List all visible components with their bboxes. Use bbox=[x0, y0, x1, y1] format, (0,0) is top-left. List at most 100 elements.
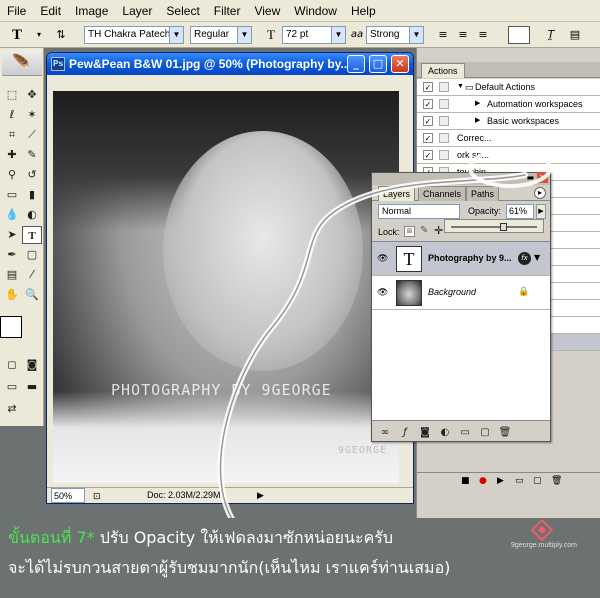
lock-image-icon[interactable]: ✎ bbox=[420, 225, 428, 236]
panel-close-icon[interactable]: ✕ bbox=[537, 172, 548, 183]
move-tool-icon[interactable]: ✥ bbox=[22, 86, 42, 104]
action-toggle-checkbox[interactable]: ✓ bbox=[423, 133, 433, 143]
layer-row-text[interactable]: 👁 T Photography by 9... fx ▼ bbox=[372, 242, 550, 276]
link-icon[interactable]: ∞ bbox=[378, 427, 392, 439]
menu-help[interactable]: Help bbox=[344, 0, 383, 22]
type-tool-icon[interactable]: T bbox=[8, 26, 26, 44]
font-family-select[interactable]: TH Chakra Patech ▼ bbox=[84, 26, 184, 44]
brush-tool-icon[interactable]: ✎ bbox=[22, 146, 42, 164]
dialog-toggle-checkbox[interactable] bbox=[439, 82, 449, 92]
action-toggle-checkbox[interactable]: ✓ bbox=[423, 99, 433, 109]
antialias-select[interactable]: Strong ▼ bbox=[366, 26, 424, 44]
action-toggle-checkbox[interactable]: ✓ bbox=[423, 116, 433, 126]
trash-icon[interactable]: 🗑 bbox=[498, 427, 512, 439]
warp-text-icon[interactable]: T̰ bbox=[542, 26, 560, 44]
screen-mode-full-icon[interactable]: ▬ bbox=[22, 378, 42, 396]
crop-tool-icon[interactable]: ⌗ bbox=[2, 126, 22, 144]
slice-tool-icon[interactable]: ⟋ bbox=[22, 126, 42, 144]
font-size-select[interactable]: 72 pt ▼ bbox=[282, 26, 346, 44]
magic-wand-tool-icon[interactable]: ✶ bbox=[22, 106, 42, 124]
dodge-tool-icon[interactable]: ◐ bbox=[22, 206, 42, 224]
mask-icon[interactable]: ◙ bbox=[418, 427, 432, 439]
menu-select[interactable]: Select bbox=[159, 0, 206, 22]
layers-panel-title-bar[interactable]: ▬ ✕ bbox=[372, 172, 550, 185]
standard-mode-icon[interactable]: ◻ bbox=[2, 356, 22, 374]
foreground-color-swatch[interactable] bbox=[0, 316, 22, 338]
tab-layers[interactable]: Layers bbox=[378, 186, 416, 201]
new-action-icon[interactable]: ▢ bbox=[533, 476, 542, 486]
layer-row-background[interactable]: 👁 Background 🔒 bbox=[372, 276, 550, 310]
screen-mode-standard-icon[interactable]: ▭ bbox=[2, 378, 22, 396]
new-layer-icon[interactable]: ▢ bbox=[478, 427, 492, 439]
marquee-tool-icon[interactable]: ⬚ bbox=[2, 86, 22, 104]
eye-icon[interactable]: 👁 bbox=[377, 288, 388, 298]
text-color-swatch[interactable] bbox=[508, 26, 530, 44]
fx-icon[interactable]: ƒ bbox=[398, 427, 412, 439]
quick-mask-mode-icon[interactable]: ◙ bbox=[22, 356, 42, 374]
lock-transparency-checkbox[interactable]: ⊠ bbox=[404, 226, 415, 237]
action-row[interactable]: ✓ ork sp... bbox=[417, 147, 600, 164]
expand-triangle-icon[interactable]: ▶ bbox=[475, 96, 480, 112]
align-center-icon[interactable]: ≡ bbox=[454, 26, 472, 44]
zoom-tool-icon[interactable]: 🔍 bbox=[22, 286, 42, 304]
record-icon[interactable]: ● bbox=[479, 476, 487, 486]
gradient-tool-icon[interactable]: ▮ bbox=[22, 186, 42, 204]
type-tool-icon[interactable]: T bbox=[22, 226, 42, 244]
path-selection-tool-icon[interactable]: ➤ bbox=[2, 226, 22, 244]
eye-icon[interactable]: 👁 bbox=[377, 254, 388, 264]
action-row[interactable]: ✓ Correc... bbox=[417, 130, 600, 147]
chevron-down-icon[interactable]: ▼ bbox=[534, 253, 540, 262]
stop-icon[interactable]: ■ bbox=[461, 476, 470, 486]
panel-minimize-icon[interactable]: ▬ bbox=[526, 173, 534, 182]
action-row[interactable]: ✓ Default Actions ▼ ▭ bbox=[417, 79, 600, 96]
align-right-icon[interactable]: ≡ bbox=[474, 26, 492, 44]
action-row[interactable]: ✓ Basic workspaces ▶ bbox=[417, 113, 600, 130]
menu-window[interactable]: Window bbox=[287, 0, 344, 22]
expand-triangle-icon[interactable]: ▶ bbox=[475, 113, 480, 129]
dialog-toggle-checkbox[interactable] bbox=[439, 99, 449, 109]
tab-channels[interactable]: Channels bbox=[418, 186, 467, 201]
action-toggle-checkbox[interactable]: ✓ bbox=[423, 82, 433, 92]
menu-image[interactable]: Image bbox=[68, 0, 115, 22]
menu-filter[interactable]: Filter bbox=[207, 0, 248, 22]
dialog-toggle-checkbox[interactable] bbox=[439, 133, 449, 143]
image-canvas[interactable]: PHOTOGRAPHY BY 9GEORGE 9GEORGE bbox=[53, 91, 399, 483]
orientation-toggle-icon[interactable]: ⇅ bbox=[52, 26, 70, 44]
menu-layer[interactable]: Layer bbox=[115, 0, 159, 22]
panel-menu-icon[interactable]: ▸ bbox=[534, 187, 546, 199]
menu-view[interactable]: View bbox=[247, 0, 287, 22]
menu-file[interactable]: File bbox=[0, 0, 33, 22]
status-menu-arrow-icon[interactable]: ▶ bbox=[257, 488, 264, 503]
tab-actions[interactable]: Actions bbox=[421, 63, 465, 78]
history-brush-tool-icon[interactable]: ↺ bbox=[22, 166, 42, 184]
dialog-toggle-checkbox[interactable] bbox=[439, 150, 449, 160]
jump-to-imageready-icon[interactable]: ⇄ bbox=[2, 400, 22, 418]
action-row[interactable]: ✓ Automation workspaces ▶ bbox=[417, 96, 600, 113]
notes-tool-icon[interactable]: ▤ bbox=[2, 266, 22, 284]
shape-tool-icon[interactable]: ▢ bbox=[22, 246, 42, 264]
tab-paths[interactable]: Paths bbox=[466, 186, 500, 201]
minimize-button[interactable]: _ bbox=[347, 55, 365, 73]
blur-tool-icon[interactable]: 💧 bbox=[2, 206, 22, 224]
palettes-toggle-icon[interactable]: ▤ bbox=[566, 26, 584, 44]
new-set-icon[interactable]: ▭ bbox=[515, 476, 524, 486]
opacity-arrow-icon[interactable]: ▶ bbox=[536, 204, 546, 219]
layer-effects-icon[interactable]: fx bbox=[518, 252, 531, 265]
blend-mode-select[interactable]: Normal bbox=[378, 204, 460, 219]
adjustment-icon[interactable]: ◐ bbox=[438, 427, 452, 439]
zoom-level-field[interactable]: 50% bbox=[51, 488, 85, 503]
opacity-slider-thumb[interactable] bbox=[500, 223, 507, 231]
play-icon[interactable]: ▶ bbox=[497, 476, 504, 486]
action-toggle-checkbox[interactable]: ✓ bbox=[423, 150, 433, 160]
opacity-field[interactable]: 61% bbox=[506, 204, 534, 219]
group-icon[interactable]: ▭ bbox=[458, 427, 472, 439]
tool-preset-dropdown-icon[interactable]: ▾ bbox=[30, 26, 48, 44]
close-button[interactable]: ✕ bbox=[391, 55, 409, 73]
eraser-tool-icon[interactable]: ▭ bbox=[2, 186, 22, 204]
clone-stamp-tool-icon[interactable]: ⚲ bbox=[2, 166, 22, 184]
trash-icon[interactable]: 🗑 bbox=[551, 476, 562, 486]
eyedropper-tool-icon[interactable]: ⁄ bbox=[22, 266, 42, 284]
expand-triangle-icon[interactable]: ▼ bbox=[457, 79, 464, 95]
opacity-slider[interactable] bbox=[444, 219, 544, 233]
pen-tool-icon[interactable]: ✒ bbox=[2, 246, 22, 264]
